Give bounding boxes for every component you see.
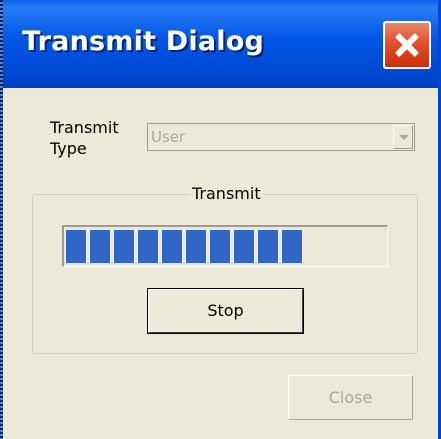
progress-segment <box>90 230 110 263</box>
close-icon[interactable] <box>383 21 431 69</box>
progress-segment <box>138 230 158 263</box>
transmit-progress-bar <box>62 225 388 267</box>
progress-segment <box>186 230 206 263</box>
progress-segment <box>234 230 254 263</box>
progress-segment <box>66 230 86 263</box>
title-bar[interactable]: Transmit Dialog <box>0 0 441 88</box>
progress-segment <box>162 230 182 263</box>
progress-segment <box>210 230 230 263</box>
stop-button[interactable]: Stop <box>147 288 304 334</box>
transmit-type-label-line1: Transmit <box>50 118 119 137</box>
progress-segment <box>282 230 302 263</box>
progress-track <box>66 230 385 263</box>
transmit-type-label-line2: Type <box>50 139 87 158</box>
transmit-group-title: Transmit <box>190 184 263 203</box>
transmit-type-value: User <box>151 128 186 146</box>
progress-segment <box>114 230 134 263</box>
transmit-type-select[interactable]: User <box>147 123 415 151</box>
transmit-dialog-window: Transmit Dialog Transmit Type User Trans… <box>0 0 441 439</box>
window-title: Transmit Dialog <box>22 26 264 57</box>
progress-segment <box>258 230 278 263</box>
close-button[interactable]: Close <box>288 375 413 420</box>
window-border-left <box>0 0 3 439</box>
chevron-down-icon[interactable] <box>393 125 413 149</box>
